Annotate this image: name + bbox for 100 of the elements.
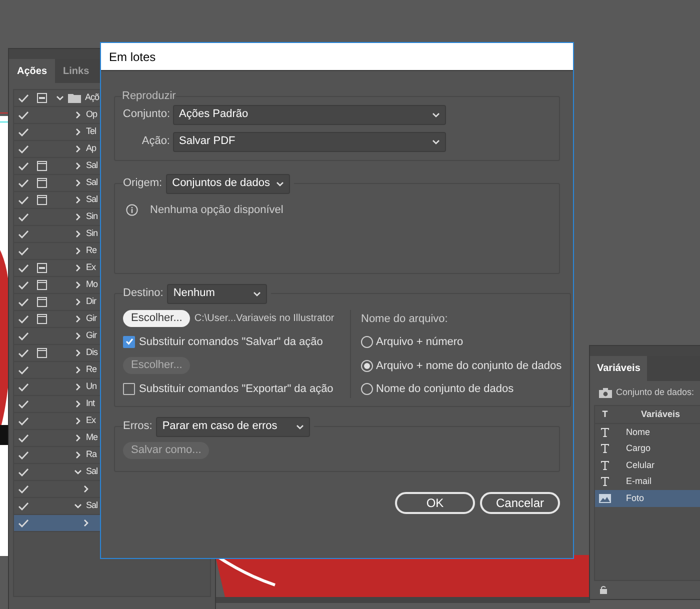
action-name[interactable]: Op [86, 108, 98, 122]
panel-tab[interactable]: Variáveis [590, 356, 648, 381]
dialog-toggle-icon[interactable] [37, 161, 47, 171]
panel-tab[interactable]: Ações [9, 59, 56, 83]
chevron-right-icon[interactable] [74, 213, 82, 221]
action-name[interactable]: Sal [86, 159, 98, 173]
selected-row[interactable]: Foto [595, 490, 700, 506]
action-name[interactable]: Ex [86, 414, 96, 428]
checkbox[interactable] [123, 383, 135, 396]
ok-button[interactable]: OK [395, 492, 475, 514]
dropdown-caret-icon[interactable] [432, 138, 440, 146]
chevron-right-icon[interactable] [74, 315, 82, 323]
action-name[interactable]: Int [86, 397, 95, 411]
check-icon[interactable] [18, 264, 28, 272]
check-icon[interactable] [18, 110, 28, 120]
action-name[interactable]: Ap [86, 142, 96, 156]
variable-name[interactable]: Cargo [615, 442, 651, 456]
action-name[interactable]: Tel [86, 125, 96, 139]
dropdown-caret-icon[interactable] [253, 290, 262, 298]
check-icon[interactable] [18, 230, 28, 238]
chevron-right-icon[interactable] [74, 349, 82, 357]
chevron-right-icon[interactable] [74, 298, 82, 306]
check-icon[interactable] [18, 332, 28, 340]
check-icon[interactable] [18, 366, 28, 374]
camera-icon[interactable] [599, 388, 612, 398]
action-name[interactable]: Ex [86, 261, 96, 275]
dialog-toggle-icon[interactable] [37, 348, 47, 358]
action-name[interactable]: Açõ [85, 91, 100, 105]
chevron-right-icon[interactable] [82, 485, 90, 493]
dropdown-caret-icon[interactable] [432, 110, 440, 118]
chevron-right-icon[interactable] [74, 417, 82, 425]
dialog-toggle-icon[interactable] [37, 93, 47, 103]
choose-button[interactable]: Escolher... [123, 310, 190, 326]
dialog-toggle-icon[interactable] [37, 280, 47, 290]
check-icon[interactable] [18, 144, 28, 154]
check-icon[interactable] [18, 450, 28, 460]
variable-name[interactable]: E-mail [615, 475, 652, 488]
action-name[interactable]: Ra [86, 448, 97, 462]
source-dropdown[interactable]: Conjuntos de dados [166, 174, 290, 194]
action-name[interactable]: Sal [86, 465, 98, 479]
chevron-right-icon[interactable] [74, 230, 82, 238]
dialog-toggle-icon[interactable] [37, 178, 47, 188]
chevron-right-icon[interactable] [74, 179, 82, 187]
chevron-right-icon[interactable] [74, 400, 82, 408]
chevron-right-icon[interactable] [74, 247, 82, 255]
variable-name[interactable]: Nome [615, 426, 650, 439]
action-name[interactable]: Sin [86, 210, 98, 224]
dialog-toggle-icon[interactable] [37, 297, 47, 307]
chevron-down-icon[interactable] [74, 502, 82, 510]
chevron-right-icon[interactable] [74, 145, 82, 153]
check-icon[interactable] [18, 94, 28, 102]
action-name[interactable]: Me [86, 431, 98, 445]
action-name[interactable]: Gir [86, 329, 96, 343]
destination-dropdown[interactable]: Nenhum [167, 284, 268, 304]
check-icon[interactable] [18, 212, 28, 222]
chevron-right-icon[interactable] [74, 451, 82, 459]
action-name[interactable]: Sin [86, 227, 98, 241]
dialog-toggle-icon[interactable] [37, 314, 47, 324]
action-name[interactable]: Sal [86, 193, 98, 207]
action-name[interactable]: Re [86, 244, 97, 258]
check-icon[interactable] [18, 400, 28, 408]
chevron-right-icon[interactable] [74, 196, 82, 204]
action-name[interactable]: Re [86, 363, 97, 377]
check-icon[interactable] [18, 484, 28, 494]
action-name[interactable]: Dis [86, 346, 98, 360]
chevron-down-icon[interactable] [56, 94, 64, 102]
checkbox[interactable] [123, 336, 135, 348]
check-icon[interactable] [18, 348, 28, 358]
chevron-right-icon[interactable] [74, 128, 82, 136]
check-icon[interactable] [18, 502, 28, 510]
check-icon[interactable] [18, 298, 28, 306]
action-dropdown[interactable]: Salvar PDF [173, 132, 446, 152]
action-name[interactable]: Dir [86, 295, 96, 309]
radio-button[interactable] [361, 336, 373, 348]
check-icon[interactable] [18, 128, 28, 136]
check-icon[interactable] [18, 416, 28, 426]
radio-button[interactable] [361, 383, 373, 396]
check-icon[interactable] [18, 246, 28, 256]
radio-button[interactable] [361, 360, 373, 372]
check-icon[interactable] [18, 196, 28, 204]
cancel-button[interactable]: Cancelar [480, 492, 560, 514]
action-name[interactable]: Sal [86, 499, 98, 513]
set-dropdown[interactable]: Ações Padrão [173, 104, 446, 124]
panel-tab[interactable]: Links [55, 59, 98, 83]
check-icon[interactable] [18, 518, 28, 528]
check-icon[interactable] [18, 434, 28, 442]
action-name[interactable]: Un [86, 380, 97, 394]
check-icon[interactable] [18, 162, 28, 170]
chevron-right-icon[interactable] [74, 264, 82, 272]
chevron-right-icon[interactable] [74, 383, 82, 391]
dropdown-caret-icon[interactable] [296, 422, 304, 430]
lock-icon[interactable] [600, 586, 607, 594]
chevron-right-icon[interactable] [82, 519, 90, 527]
check-icon[interactable] [18, 382, 28, 392]
action-name[interactable]: Sal [86, 176, 98, 190]
dialog-toggle-icon[interactable] [37, 263, 47, 273]
action-name[interactable]: Gir [86, 312, 96, 326]
chevron-down-icon[interactable] [74, 468, 82, 476]
chevron-right-icon[interactable] [74, 366, 82, 374]
check-icon[interactable] [18, 468, 28, 476]
